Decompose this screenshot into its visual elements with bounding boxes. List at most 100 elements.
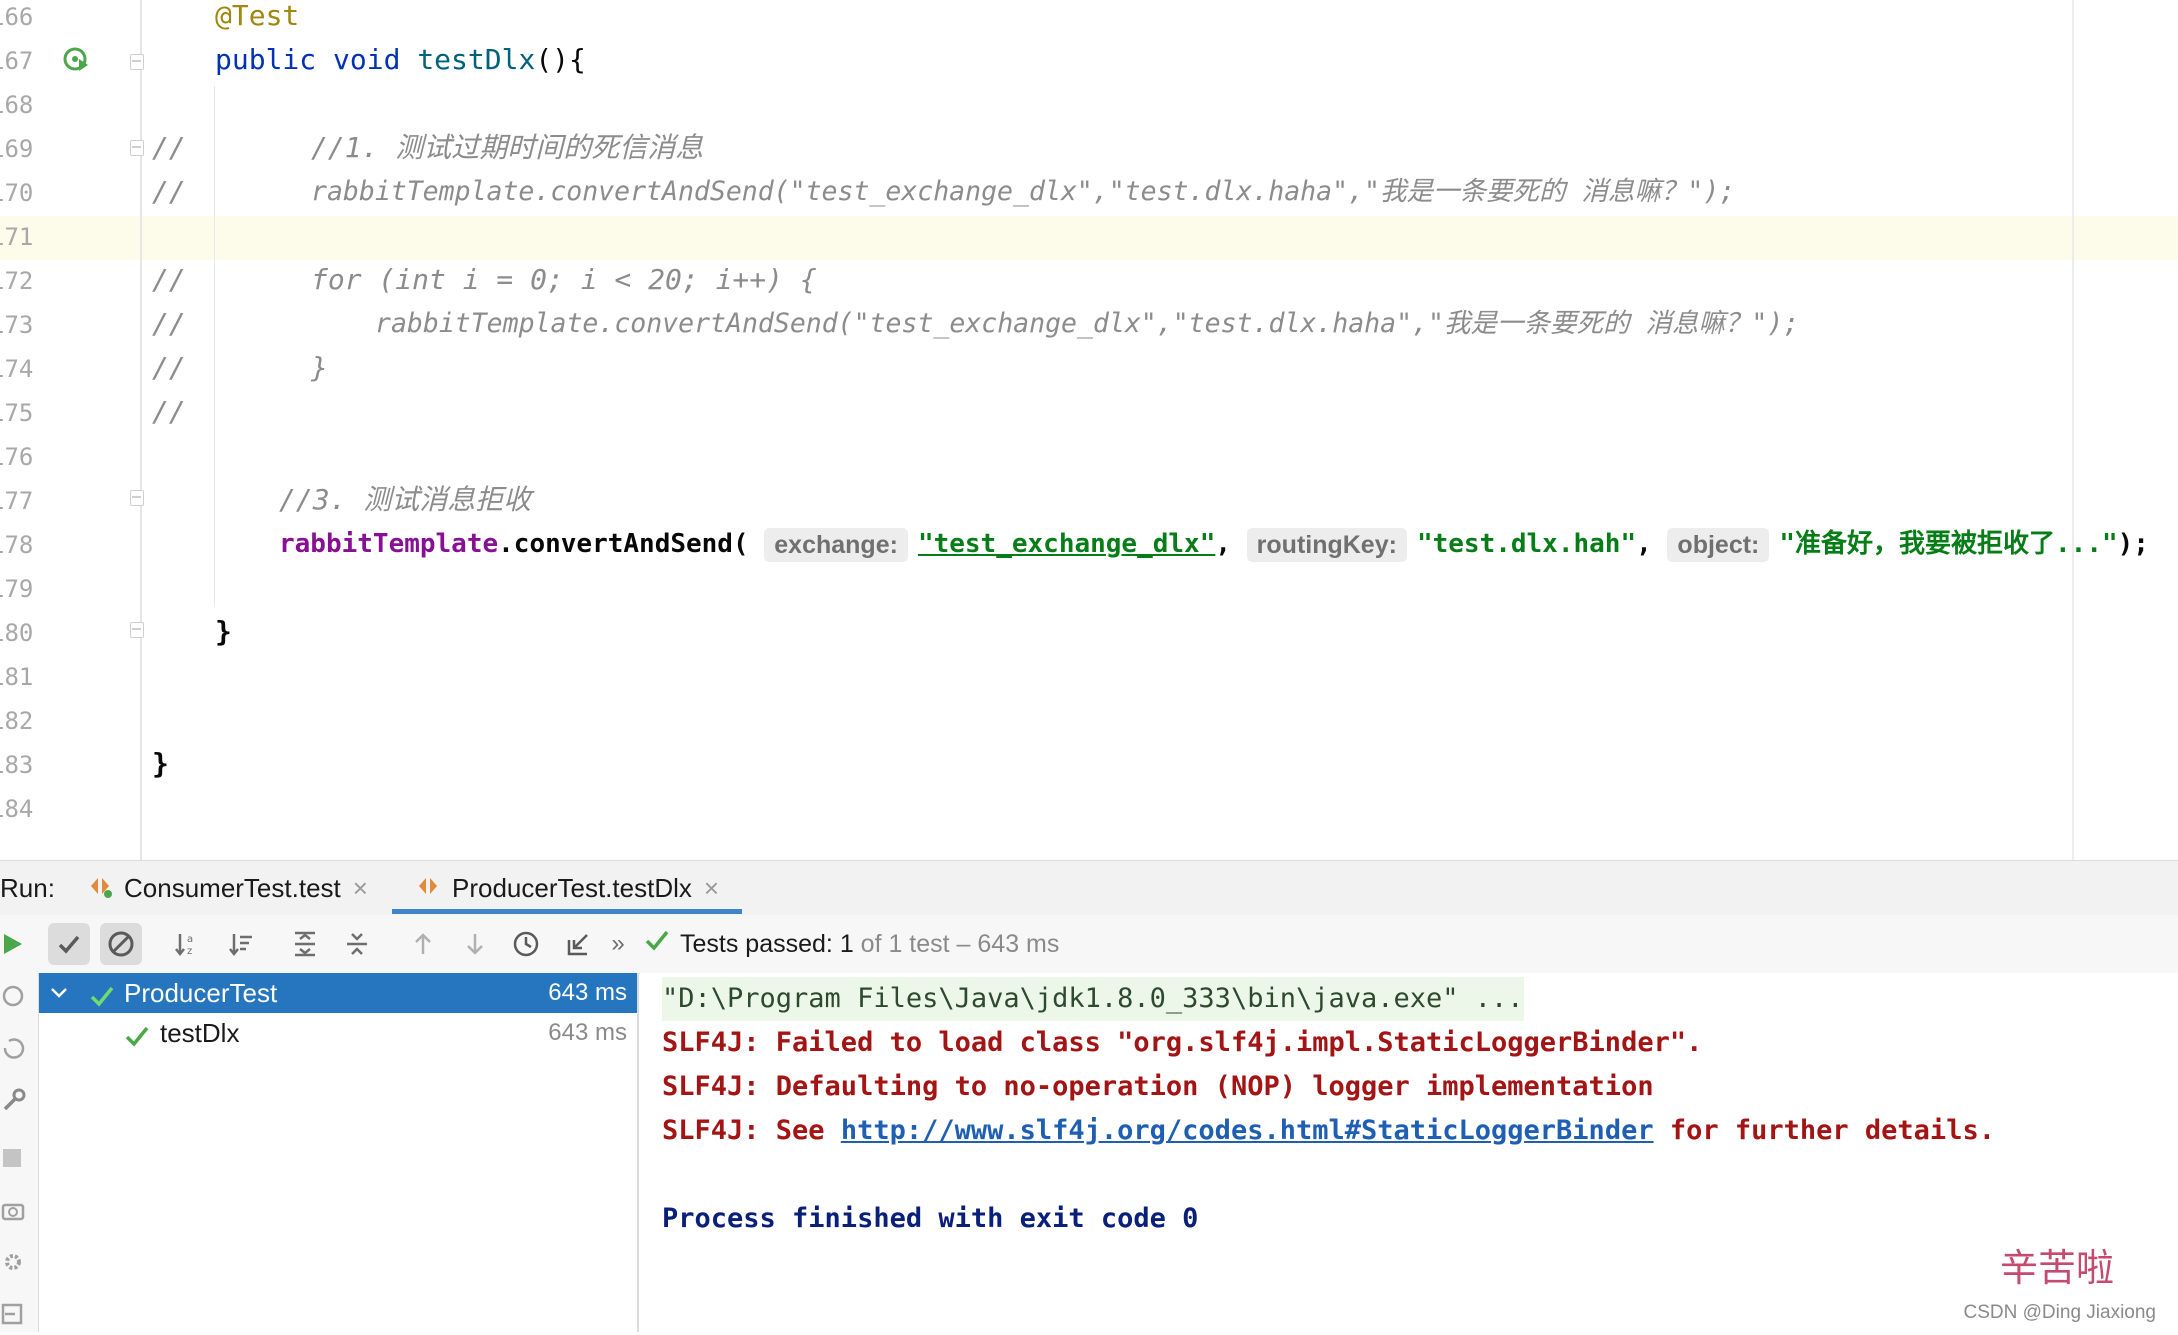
settings-icon[interactable]: [0, 1249, 28, 1283]
show-ignored-icon[interactable]: [100, 923, 142, 965]
comment-line: //1. 测试过期时间的死信消息: [311, 131, 704, 164]
run-test-gutter-icon[interactable]: [62, 46, 92, 76]
comment-prefix: //: [152, 351, 186, 384]
line-number: 182: [0, 707, 34, 735]
test-results-tree: ProducerTest 643 ms testDlx 643 ms: [39, 973, 639, 1332]
console-output[interactable]: "D:\Program Files\Java\jdk1.8.0_333\bin\…: [640, 973, 2178, 1332]
debug-icon[interactable]: [0, 983, 28, 1017]
rerun-icon[interactable]: [0, 923, 34, 965]
tab-label: ConsumerTest.test: [124, 873, 341, 903]
comment-prefix: //: [152, 131, 186, 164]
keyword-void: void: [333, 43, 401, 76]
console-text: SLF4J: See: [662, 1115, 841, 1146]
line-number: 170: [0, 179, 34, 207]
svg-text:z: z: [187, 946, 192, 957]
tab-label: ProducerTest.testDlx: [452, 873, 692, 903]
right-margin-guide: [2072, 0, 2074, 860]
wrench-icon[interactable]: [0, 1087, 28, 1121]
line-number: 173: [0, 311, 34, 339]
watermark-sticker-text: 辛苦啦: [1999, 1248, 2114, 1290]
next-failed-test-icon[interactable]: [454, 923, 496, 965]
run-label: Run:: [0, 873, 55, 903]
rerun-failed-icon[interactable]: [0, 1035, 28, 1069]
import-tests-icon[interactable]: [558, 923, 600, 965]
watermark: CSDN @Ding Jiaxiong: [1963, 1302, 2156, 1323]
status-prefix: Tests passed:: [680, 930, 840, 958]
duration: 643 ms: [548, 979, 627, 1006]
line-number: 178: [0, 531, 34, 559]
current-line-highlight: [0, 216, 2178, 260]
sort-alphabetically-icon[interactable]: az: [166, 923, 208, 965]
line-number: 181: [0, 663, 34, 691]
comma: ,: [1636, 529, 1652, 559]
close-icon[interactable]: ×: [704, 873, 719, 903]
stop-icon[interactable]: [0, 1145, 28, 1179]
line-number: 172: [0, 267, 34, 295]
line-number: 166: [0, 3, 34, 31]
commented-code-line: }: [311, 351, 328, 384]
tree-row-test-dlx[interactable]: testDlx 643 ms: [39, 1013, 637, 1053]
comment-prefix: //: [152, 307, 186, 340]
close-icon[interactable]: ×: [353, 873, 368, 903]
console-text: for further details.: [1653, 1115, 1995, 1146]
show-passed-icon[interactable]: [48, 923, 90, 965]
method-name: testDlx: [417, 43, 536, 76]
more-actions-icon[interactable]: »: [598, 923, 638, 965]
console-exit-line: Process finished with exit code 0: [662, 1203, 1199, 1234]
param-hint-exchange: exchange:: [764, 527, 908, 562]
comma: ,: [1215, 529, 1232, 559]
method-parens: (){: [535, 43, 586, 76]
previous-failed-test-icon[interactable]: [402, 923, 444, 965]
commented-code-line: for (int i = 0; i < 20; i++) {: [311, 263, 817, 296]
status-count: 1: [839, 930, 854, 958]
tab-producer-test[interactable]: ProducerTest.testDlx ×: [416, 861, 719, 915]
console-error-line: SLF4J: See http://www.slf4j.org/codes.ht…: [662, 1109, 1995, 1153]
param-hint-routing-key: routingKey:: [1246, 527, 1407, 562]
svg-text:a: a: [187, 934, 193, 945]
line-number: 179: [0, 575, 34, 603]
tree-label: testDlx: [160, 1018, 240, 1048]
run-side-toolbar: [0, 973, 39, 1332]
fold-marker[interactable]: [130, 140, 144, 156]
tab-consumer-test[interactable]: ConsumerTest.test ×: [88, 861, 368, 915]
sort-by-duration-icon[interactable]: [220, 923, 262, 965]
fold-marker[interactable]: [130, 622, 144, 638]
line-number: 168: [0, 91, 34, 119]
line-number: 183: [0, 751, 34, 779]
duration: 643 ms: [548, 1019, 627, 1046]
class-close-brace: }: [152, 747, 169, 780]
test-history-icon[interactable]: [506, 923, 548, 965]
line-number: 184: [0, 795, 34, 823]
line-number: 176: [0, 443, 34, 471]
run-tool-window: Run: ConsumerTest.test × ProducerTest.tes…: [0, 860, 2178, 1332]
method-signature: public void testDlx(){: [215, 38, 586, 82]
test-runner-toolbar: az »: [0, 915, 2178, 974]
exit-icon[interactable]: [0, 1301, 28, 1335]
collapse-all-icon[interactable]: [336, 923, 378, 965]
line-number: 169: [0, 135, 34, 163]
comment-prefix: //: [152, 175, 186, 208]
tree-label: ProducerTest: [124, 978, 278, 1008]
comment-prefix: //: [152, 395, 186, 428]
keyword-public: public: [215, 43, 317, 76]
console-link[interactable]: http://www.slf4j.org/codes.html#StaticLo…: [841, 1115, 1654, 1146]
line-number: 177: [0, 487, 34, 515]
expand-all-icon[interactable]: [284, 923, 326, 965]
console-command-line: "D:\Program Files\Java\jdk1.8.0_333\bin\…: [662, 977, 1524, 1021]
string-routing-key: "test.dlx.hah": [1416, 529, 1637, 559]
code-editor[interactable]: 166 167 168 169 170 171 172 173 174 175 176 177 178 1…: [0, 0, 2178, 860]
fold-marker[interactable]: [130, 54, 144, 70]
indent-guide: [214, 86, 215, 606]
call-end: );: [2117, 529, 2149, 559]
test-config-icon: [88, 863, 114, 917]
line-number: 171: [0, 223, 34, 251]
tree-row-producer-test[interactable]: ProducerTest 643 ms: [39, 973, 637, 1013]
fold-marker[interactable]: [130, 490, 144, 506]
camera-icon[interactable]: [0, 1197, 28, 1231]
test-status: Tests passed: 1 of 1 test – 643 ms: [644, 915, 1059, 973]
method-close-brace: }: [215, 615, 232, 648]
string-message: "准备好，我要被拒收了...": [1779, 529, 2118, 559]
run-tabs-bar: Run: ConsumerTest.test × ProducerTest.tes…: [0, 860, 2178, 916]
line-number: 175: [0, 399, 34, 427]
selected-tab-indicator: [392, 909, 742, 914]
